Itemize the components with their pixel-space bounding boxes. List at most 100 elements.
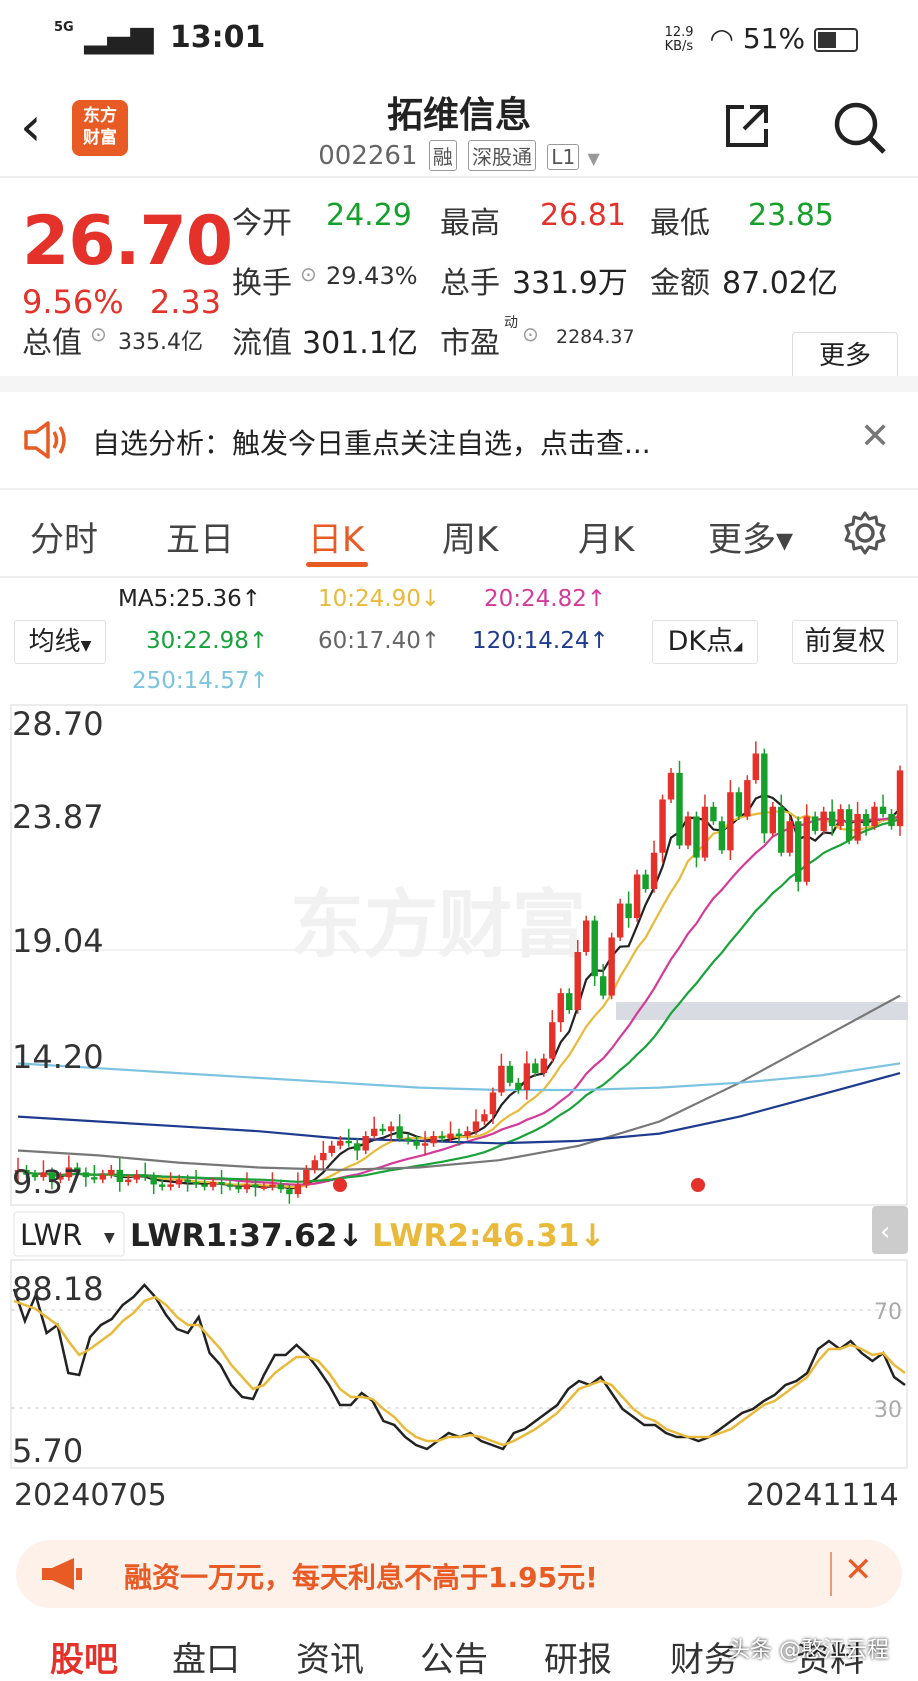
candle [489,1092,497,1115]
dk-point-button[interactable]: DK点◢ [652,620,758,664]
candle [345,1140,352,1144]
stock-code: 002261 [318,141,418,171]
info-icon[interactable]: ⊙ [90,322,107,346]
candle [303,1169,310,1185]
candle [218,1182,225,1185]
low-label: 最低 [650,206,710,241]
y-tick: 14.20 [12,1038,104,1076]
adjust-price-button[interactable]: 前复权 [792,620,898,664]
turnover-label: 换手 [232,266,292,301]
kline-chart[interactable]: 东方财富 28.70 23.87 19.04 14.20 9.37 LWR ▼ … [0,700,918,1600]
signal-dot [333,1178,347,1192]
battery-level: 51% [742,22,806,55]
change-row: 9.56% 2.33 [22,283,221,321]
close-icon[interactable]: ✕ [860,416,890,457]
ref-label-30: 30 [874,1398,902,1423]
net-speed: 12.9 KB/s [664,25,694,54]
dk-point-label: DK点 [667,626,734,657]
notice-bar[interactable]: 自选分析：触发今日重点关注自选，点击查... ✕ [0,398,918,488]
candle [464,1131,471,1137]
chevron-left-icon: ‹ [880,1217,890,1247]
bottom-tab-research[interactable]: 研报 [544,1632,612,1681]
tag-margin: 融 [428,140,457,171]
pe-label: 市盈 [440,326,500,361]
candle [684,816,692,846]
candle [599,976,607,996]
candle [633,874,641,919]
y-tick: 23.87 [12,798,104,836]
tab-daily-k[interactable]: 日K [308,512,364,561]
candle [854,814,861,841]
tab-weekly-k[interactable]: 周K [442,512,498,561]
candle [752,753,760,781]
candle [625,903,632,919]
candle [769,806,777,834]
candle [438,1136,446,1139]
candle [82,1172,90,1178]
candle [192,1182,200,1185]
candle [676,772,683,846]
search-icon[interactable] [832,100,888,156]
share-icon[interactable] [724,103,770,149]
candle [396,1126,403,1139]
candle [226,1184,234,1187]
info-icon[interactable]: ⊙ [522,322,539,346]
candle [125,1179,132,1183]
candle [498,1065,505,1093]
candle [311,1160,319,1170]
lwr-y-tick: 88.18 [12,1270,104,1308]
notice-text: 自选分析：触发今日重点关注自选，点击查... [92,427,651,460]
close-icon[interactable]: ✕ [844,1550,873,1590]
gear-icon[interactable] [842,510,888,556]
candle [710,806,717,822]
change-amount: 2.33 [149,283,222,321]
ref-label-70: 70 [874,1300,902,1325]
more-quote-button[interactable]: 更多 [792,332,898,380]
y-tick: 28.70 [12,705,104,743]
change-percent: 9.56% [22,283,124,321]
stock-code-row[interactable]: 002261 融 深股通 L1 ▼ [0,140,918,171]
mktcap-value: 335.4亿 [118,330,203,355]
tab-monthly-k[interactable]: 月K [578,512,634,561]
lwr1-value: LWR1:37.62↓ [130,1218,363,1254]
info-icon[interactable]: ⊙ [300,262,317,286]
candle [99,1174,107,1180]
candle [209,1182,217,1187]
candle [150,1177,157,1185]
tab-intraday[interactable]: 分时 [30,512,98,561]
ma60-value: 60:17.40↑ [318,628,441,654]
candle [693,816,700,858]
promo-text: 融资一万元，每天利息不高于1.95元! [124,1561,598,1594]
candle [811,816,819,831]
signal-dot [691,1178,705,1192]
candle [175,1179,183,1185]
candle [650,852,658,890]
indicator-name: LWR [20,1218,82,1252]
section-gap [0,376,918,392]
ma-selector[interactable]: 均线▼ [14,620,106,664]
candle [133,1174,140,1180]
candle [871,806,878,827]
candle [116,1169,123,1183]
candles [14,741,904,1204]
ma5-value: MA5:25.36↑ [118,586,262,612]
candle [761,753,768,834]
bottom-tab-forum[interactable]: 股吧 [50,1632,118,1681]
bottom-tab-orderbook[interactable]: 盘口 [172,1632,240,1681]
candle [252,1184,259,1187]
candle [642,874,649,890]
candle [472,1121,480,1132]
promo-divider [830,1552,832,1596]
candle [91,1177,98,1180]
promo-banner[interactable]: 融资一万元，每天利息不高于1.95元! ✕ [16,1540,902,1608]
tab-more[interactable]: 更多▾ [708,512,793,561]
stock-name: 拓维信息 [386,95,531,136]
candle [667,772,675,800]
current-price: 26.70 [22,202,233,281]
active-tab-indicator [306,562,368,567]
candle [778,806,785,853]
bottom-tab-announcements[interactable]: 公告 [420,1632,488,1681]
candle [515,1082,522,1091]
tab-five-day[interactable]: 五日 [166,512,234,561]
bottom-tab-news[interactable]: 资讯 [296,1632,364,1681]
